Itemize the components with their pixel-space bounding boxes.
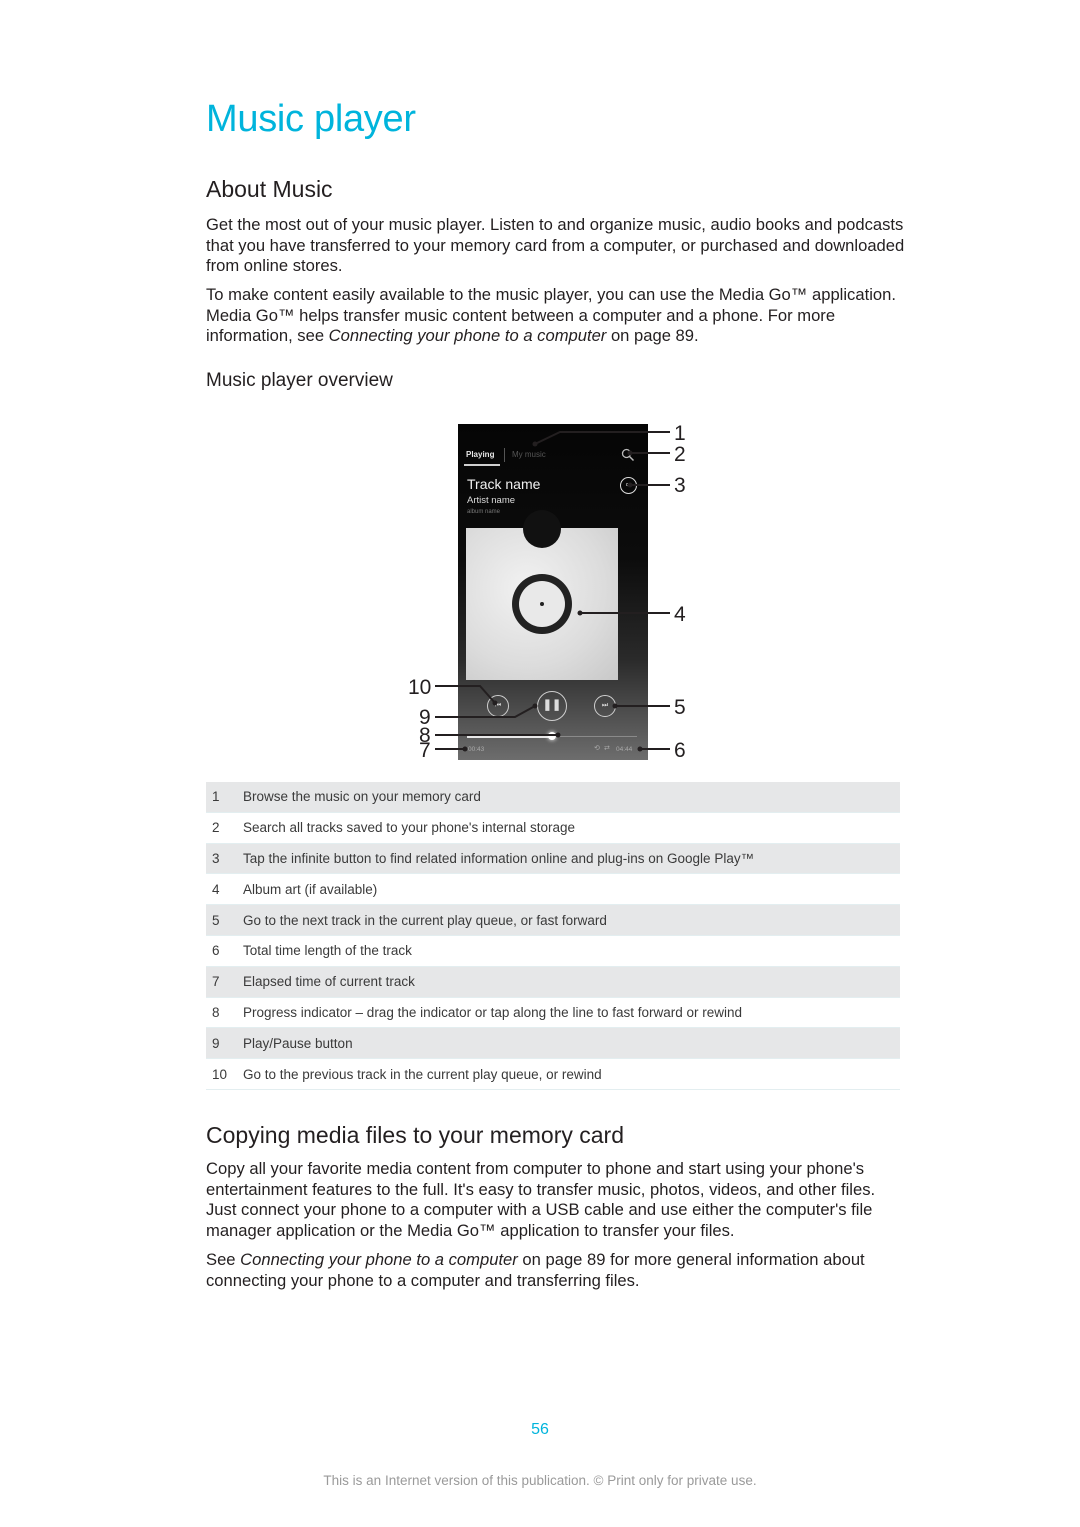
tab-playing[interactable]: Playing bbox=[466, 450, 494, 459]
connecting-phone-link-2[interactable]: Connecting your phone to a computer bbox=[240, 1250, 518, 1269]
legend-description: Go to the previous track in the current … bbox=[243, 1066, 602, 1082]
legend-row: 6 Total time length of the track bbox=[206, 936, 900, 967]
legend-row: 8 Progress indicator – drag the indicator… bbox=[206, 998, 900, 1029]
artist-name: Artist name bbox=[467, 495, 516, 506]
album-art bbox=[466, 510, 618, 680]
connecting-phone-link[interactable]: Connecting your phone to a computer bbox=[329, 326, 607, 345]
about-paragraph-1: Get the most out of your music player. L… bbox=[206, 215, 905, 276]
legend-description: Go to the next track in the current play… bbox=[243, 912, 607, 928]
legend-description: Search all tracks saved to your phone's … bbox=[243, 820, 576, 836]
legend-number: 9 bbox=[212, 1035, 220, 1051]
callout-4: 4 bbox=[674, 603, 686, 626]
tab-my-music[interactable]: My music bbox=[512, 450, 546, 459]
page-number: 56 bbox=[531, 1421, 549, 1438]
legend-number: 10 bbox=[212, 1066, 228, 1082]
legend-number: 2 bbox=[212, 820, 220, 836]
tab-underline bbox=[464, 464, 500, 466]
record-hole bbox=[540, 602, 544, 606]
copying-media-heading: Copying media files to your memory card bbox=[206, 1122, 624, 1148]
legend-number: 3 bbox=[212, 850, 220, 866]
legend-description: Tap the infinite button to find related … bbox=[243, 850, 755, 866]
about-paragraph-2-tail: on page 89. bbox=[606, 326, 699, 346]
legend-number: 8 bbox=[212, 1004, 220, 1020]
tab-separator bbox=[504, 448, 505, 462]
legend-row: 4 Album art (if available) bbox=[206, 874, 900, 906]
progress-fill bbox=[467, 736, 552, 738]
legend-row: 3 Tap the infinite button to find related… bbox=[206, 843, 900, 875]
track-name: Track name bbox=[467, 476, 541, 492]
repeat-icon[interactable]: ⟲ bbox=[594, 744, 600, 752]
next-track-icon[interactable]: ⏭ bbox=[594, 695, 616, 717]
album-art-notch bbox=[523, 510, 561, 548]
legend-number: 1 bbox=[212, 789, 220, 805]
album-name: album name bbox=[467, 509, 501, 515]
copying-paragraph-1: Copy all your favorite media content fro… bbox=[206, 1159, 876, 1240]
legend-row: 9 Play/Pause button bbox=[206, 1028, 900, 1060]
legend-row: 2 Search all tracks saved to your phone's… bbox=[206, 813, 900, 844]
legend-number: 7 bbox=[212, 974, 220, 990]
page-title: Music player bbox=[206, 98, 416, 140]
legend-description: Play/Pause button bbox=[243, 1035, 353, 1051]
callout-3: 3 bbox=[674, 474, 686, 497]
legend-description: Total time length of the track bbox=[243, 943, 412, 959]
legend-row: 10 Go to the previous track in the curren… bbox=[206, 1059, 900, 1090]
legend-description: Progress indicator – drag the indicator … bbox=[243, 1004, 743, 1020]
pause-icon[interactable]: ❚❚ bbox=[537, 691, 567, 721]
copying-paragraph-2: See Connecting your phone to a computer … bbox=[206, 1250, 906, 1291]
callout-5: 5 bbox=[674, 696, 686, 719]
callout-legend-table: 1 Browse the music on your memory card 2 Se… bbox=[206, 782, 900, 1090]
callout-2: 2 bbox=[674, 443, 686, 466]
shuffle-icon[interactable]: ⇄ bbox=[604, 744, 610, 752]
progress-thumb[interactable] bbox=[548, 732, 556, 740]
legend-number: 6 bbox=[212, 943, 220, 959]
legend-description: Album art (if available) bbox=[243, 881, 378, 897]
search-icon[interactable] bbox=[621, 448, 635, 462]
total-time: 04:44 bbox=[616, 746, 633, 753]
about-paragraph-2: To make content easily available to the … bbox=[206, 285, 906, 347]
about-music-heading: About Music bbox=[206, 176, 333, 202]
footer-notice: This is an Internet version of this publ… bbox=[323, 1473, 757, 1488]
legend-description: Browse the music on your memory card bbox=[243, 789, 481, 805]
callout-9: 9 bbox=[419, 706, 431, 729]
legend-row: 5 Go to the next track in the current pla… bbox=[206, 905, 900, 936]
copying-paragraph-2-text: See bbox=[206, 1250, 241, 1269]
callout-10: 10 bbox=[408, 676, 432, 699]
record-label bbox=[519, 581, 565, 627]
legend-number: 4 bbox=[212, 881, 220, 897]
legend-number: 5 bbox=[212, 912, 220, 928]
infinite-icon[interactable]: ∞ bbox=[620, 477, 637, 494]
music-player-overview-heading: Music player overview bbox=[206, 370, 393, 391]
elapsed-time: 00:43 bbox=[468, 746, 485, 753]
legend-row: 1 Browse the music on your memory card bbox=[206, 782, 900, 813]
vinyl-record-icon bbox=[512, 574, 572, 634]
legend-row: 7 Elapsed time of current track bbox=[206, 966, 900, 998]
music-player-screenshot: Playing My music Track name Artist name … bbox=[458, 424, 648, 760]
callout-6: 6 bbox=[674, 739, 686, 762]
legend-description: Elapsed time of current track bbox=[243, 974, 415, 990]
previous-track-icon[interactable]: ⏮ bbox=[487, 695, 509, 717]
